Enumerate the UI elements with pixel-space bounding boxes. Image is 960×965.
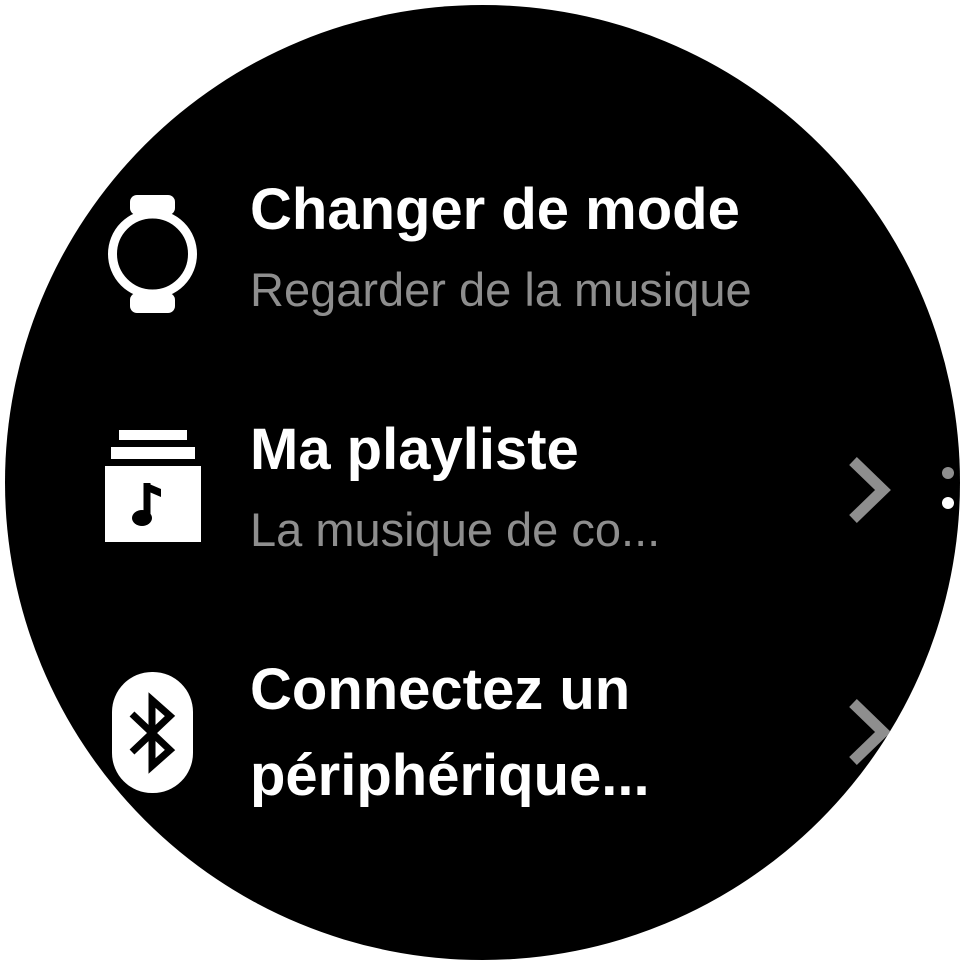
menu-item-title: Changer de mode bbox=[250, 177, 740, 242]
menu-item-title: Ma playliste bbox=[250, 417, 579, 482]
menu-item-connect-device[interactable]: Connectez un périphérique... bbox=[5, 655, 960, 855]
playlist-music-icon bbox=[105, 430, 201, 542]
menu-item-change-mode[interactable]: Changer de mode Regarder de la musique bbox=[5, 175, 960, 375]
watch-icon bbox=[108, 195, 197, 313]
watch-screen: Changer de mode Regarder de la musique M… bbox=[5, 5, 960, 960]
bluetooth-icon bbox=[112, 672, 193, 793]
chevron-right-icon bbox=[849, 457, 891, 523]
menu-item-title-line1: Connectez un bbox=[250, 657, 631, 722]
menu-item-subtitle: Regarder de la musique bbox=[250, 263, 752, 316]
scroll-dots-icon bbox=[942, 467, 954, 509]
menu-item-subtitle: La musique de co... bbox=[250, 503, 661, 556]
chevron-right-icon bbox=[849, 699, 891, 765]
menu-item-title-line2: périphérique... bbox=[250, 743, 650, 808]
menu-item-my-playlist[interactable]: Ma playliste La musique de co... bbox=[5, 415, 960, 615]
